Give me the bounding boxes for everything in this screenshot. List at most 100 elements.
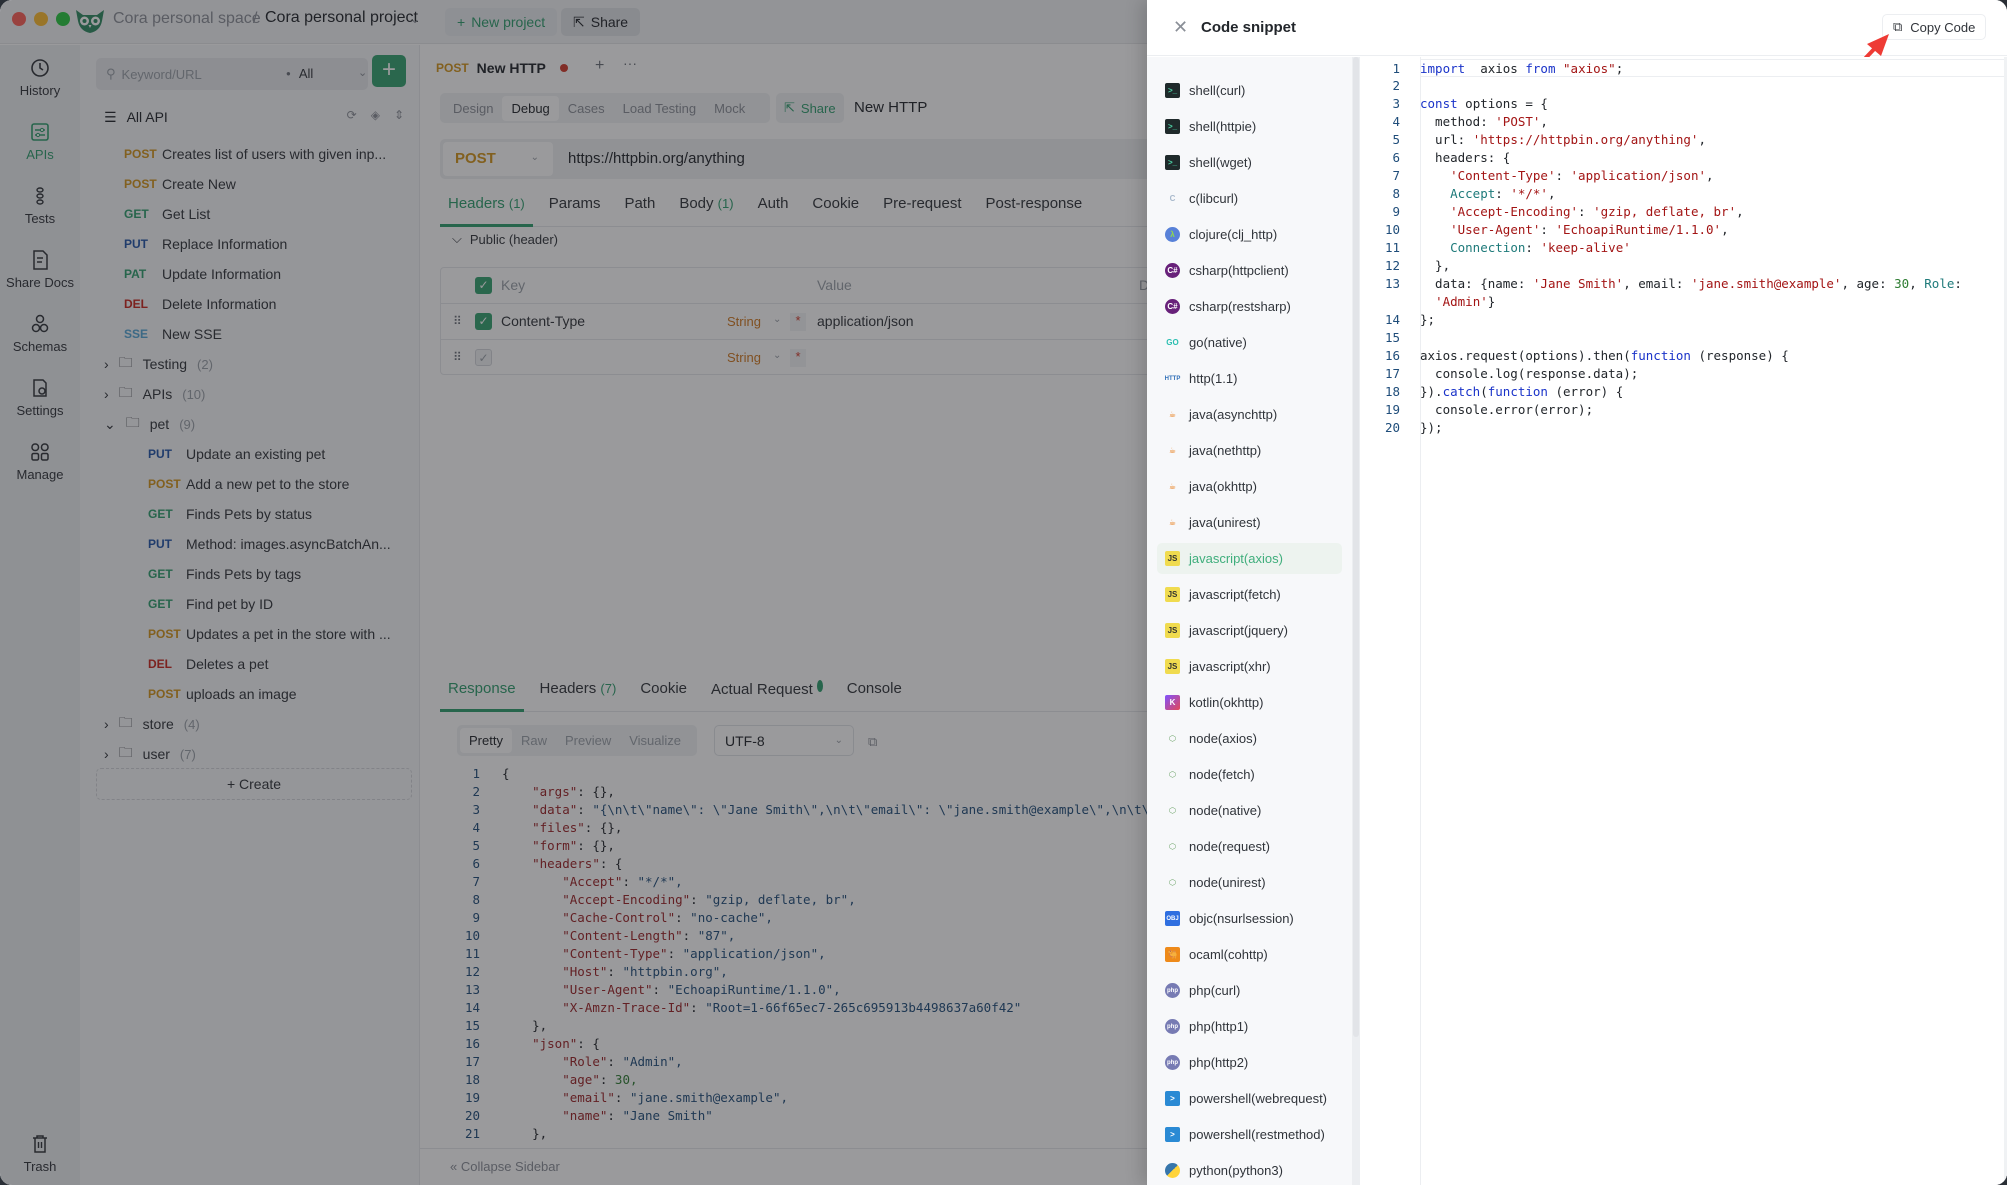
javascript-icon: JS xyxy=(1165,659,1180,674)
language-item[interactable]: >_ shell(httpie) xyxy=(1157,111,1342,142)
language-item[interactable]: JS javascript(jquery) xyxy=(1157,615,1342,646)
language-item[interactable]: ⬡ node(native) xyxy=(1157,795,1342,826)
php-icon: php xyxy=(1165,1055,1180,1070)
line-text: 'Accept-Encoding': 'gzip, deflate, br', xyxy=(1450,204,1744,219)
code-line: 19 console.error(error); xyxy=(1360,401,2007,419)
line-text: const options = { xyxy=(1420,96,1548,111)
code-line: 'Admin'} xyxy=(1360,293,2007,311)
language-item[interactable]: ☕ java(asynchttp) xyxy=(1157,399,1342,430)
language-item[interactable]: JS javascript(xhr) xyxy=(1157,651,1342,682)
code-line: 4 method: 'POST', xyxy=(1360,113,2007,131)
language-item[interactable]: >_ shell(curl) xyxy=(1157,75,1342,106)
terminal-icon: >_ xyxy=(1165,83,1180,98)
line-number: 10 xyxy=(1384,222,1400,237)
language-item[interactable]: 🐫 ocaml(cohttp) xyxy=(1157,939,1342,970)
line-number: 16 xyxy=(1384,348,1400,363)
scrollbar-thumb[interactable] xyxy=(1353,57,1359,1037)
line-text: axios.request(options).then(function (re… xyxy=(1420,348,1789,363)
csharp-icon: C# xyxy=(1165,263,1180,278)
drawer-header: ✕ Code snippet ⧉ Copy Code xyxy=(1147,0,2007,86)
language-item[interactable]: JS javascript(fetch) xyxy=(1157,579,1342,610)
line-text: }, xyxy=(1420,258,1451,273)
code-token: 'POST' xyxy=(1495,114,1541,129)
java-icon: ☕ xyxy=(1168,410,1177,419)
line-number: 19 xyxy=(1384,402,1400,417)
language-item[interactable]: OBJ objc(nsurlsession) xyxy=(1157,903,1342,934)
objc-icon: OBJ xyxy=(1165,911,1180,926)
language-item[interactable]: HTTP http(1.1) xyxy=(1157,363,1342,394)
language-item[interactable]: ⬡ node(axios) xyxy=(1157,723,1342,754)
c-lang-icon: C xyxy=(1169,194,1176,203)
line-number: 12 xyxy=(1384,258,1400,273)
language-label: node(axios) xyxy=(1189,731,1257,746)
php-icon: php xyxy=(1165,983,1180,998)
language-label: node(native) xyxy=(1189,803,1262,818)
line-number: 2 xyxy=(1392,78,1400,93)
language-item[interactable]: php php(http2) xyxy=(1157,1047,1342,1078)
clojure-icon: λ xyxy=(1165,227,1180,242)
language-label: php(curl) xyxy=(1189,983,1241,998)
language-label: node(fetch) xyxy=(1189,767,1255,782)
language-item[interactable]: > powershell(webrequest) xyxy=(1157,1083,1342,1114)
language-label: kotlin(okhttp) xyxy=(1189,695,1264,710)
language-item[interactable]: GO go(native) xyxy=(1157,327,1342,358)
code-line: 20}); xyxy=(1360,419,2007,437)
code-line: 1 import axios from "axios"; xyxy=(1392,59,2007,77)
code-token: 'User-Agent' xyxy=(1450,222,1541,237)
nodejs-icon: ⬡ xyxy=(1169,842,1176,851)
code-line: 12 }, xyxy=(1360,257,2007,275)
code-token: function xyxy=(1630,348,1691,363)
language-item[interactable]: Kkotlin(okhttp) xyxy=(1157,687,1342,718)
line-text: 'Content-Type': 'application/json', xyxy=(1450,168,1714,183)
language-item[interactable]: > powershell(restmethod) xyxy=(1157,1119,1342,1150)
javascript-icon: JS xyxy=(1165,623,1180,638)
powershell-icon: > xyxy=(1165,1091,1180,1106)
code-token: Accept xyxy=(1450,186,1496,201)
language-label: csharp(restsharp) xyxy=(1189,299,1291,314)
language-item[interactable]: ⬡ node(unirest) xyxy=(1157,867,1342,898)
language-item[interactable]: C# csharp(restsharp) xyxy=(1157,291,1342,322)
language-label: ocaml(cohttp) xyxy=(1189,947,1268,962)
language-item[interactable]: php php(http1) xyxy=(1157,1011,1342,1042)
language-item[interactable]: ⬡ node(fetch) xyxy=(1157,759,1342,790)
language-item[interactable]: λ clojure(clj_http) xyxy=(1157,219,1342,250)
line-text: 'Admin'} xyxy=(1435,294,1496,309)
nodejs-icon: ⬡ xyxy=(1169,734,1176,743)
language-item[interactable]: Cc(libcurl) xyxy=(1157,183,1342,214)
language-item[interactable]: python(python3) xyxy=(1157,1155,1342,1185)
language-item[interactable]: ☕ java(unirest) xyxy=(1157,507,1342,538)
code-token: 'keep-alive' xyxy=(1540,240,1631,255)
language-label: python(python3) xyxy=(1189,1163,1283,1178)
code-line: 13 data: {name: 'Jane Smith', email: 'ja… xyxy=(1360,275,2007,293)
close-icon[interactable]: ✕ xyxy=(1173,17,1188,38)
nodejs-icon: ⬡ xyxy=(1169,770,1176,779)
language-label: go(native) xyxy=(1189,335,1247,350)
code-token: catch xyxy=(1442,384,1481,399)
language-item[interactable]: >_ shell(wget) xyxy=(1157,147,1342,178)
language-item[interactable]: C# csharp(httpclient) xyxy=(1157,255,1342,286)
language-label: objc(nsurlsession) xyxy=(1189,911,1294,926)
language-item[interactable]: ☕ java(okhttp) xyxy=(1157,471,1342,502)
language-item[interactable]: php php(curl) xyxy=(1157,975,1342,1006)
language-label: javascript(fetch) xyxy=(1189,587,1281,602)
go-icon: GO xyxy=(1166,338,1179,347)
code-line: 16 axios.request(options).then(function (… xyxy=(1360,347,2007,365)
line-number: 7 xyxy=(1392,168,1400,183)
language-label: java(nethttp) xyxy=(1189,443,1262,458)
code-line: 3 const options = { xyxy=(1360,95,2007,113)
code-editor[interactable]: 1 import axios from "axios"; 2 3 const optio… xyxy=(1360,57,2007,1185)
language-item[interactable]: JS javascript(axios) xyxy=(1157,543,1342,574)
java-icon: ☕ xyxy=(1168,518,1177,527)
language-item[interactable]: ⬡ node(request) xyxy=(1157,831,1342,862)
language-item[interactable]: ☕ java(nethttp) xyxy=(1157,435,1342,466)
modal-overlay[interactable] xyxy=(0,0,1147,1185)
language-label: php(http1) xyxy=(1189,1019,1249,1034)
copy-code-button[interactable]: ⧉ Copy Code xyxy=(1882,14,1987,40)
terminal-icon: >_ xyxy=(1165,119,1180,134)
line-text: url: 'https://httpbin.org/anything', xyxy=(1420,132,1706,147)
code-line: 7 'Content-Type': 'application/json', xyxy=(1360,167,2007,185)
language-label: java(okhttp) xyxy=(1189,479,1257,494)
code-token: const xyxy=(1420,96,1458,111)
language-label: c(libcurl) xyxy=(1189,191,1239,206)
csharp-icon: C# xyxy=(1165,299,1180,314)
